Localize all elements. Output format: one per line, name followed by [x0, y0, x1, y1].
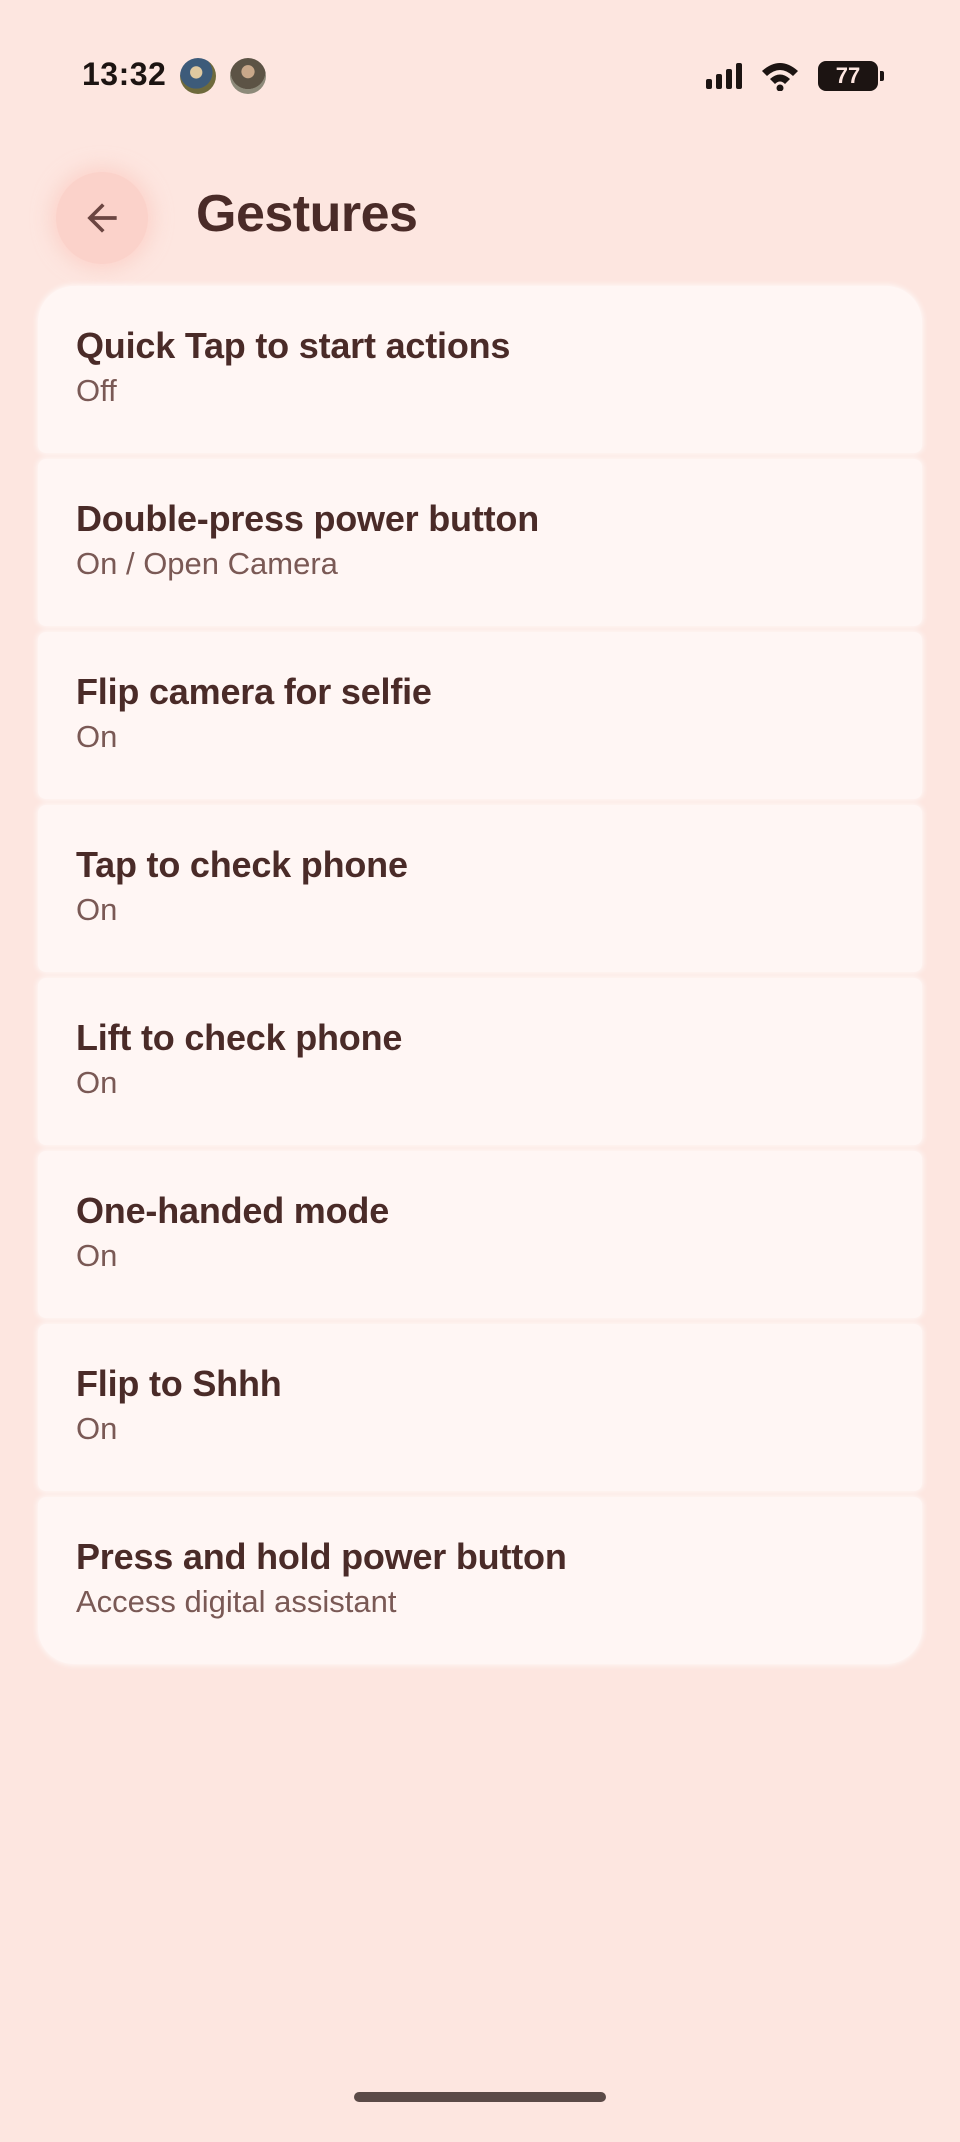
settings-item-double-press-power[interactable]: Double-press power button On / Open Came…	[38, 459, 922, 626]
back-button[interactable]	[56, 172, 148, 264]
item-title: Lift to check phone	[76, 1017, 403, 1058]
settings-item-lift-to-check[interactable]: Lift to check phone On	[38, 978, 922, 1145]
item-summary: Access digital assistant	[76, 1584, 397, 1620]
item-title: Flip to Shhh	[76, 1363, 282, 1404]
wifi-icon	[762, 63, 798, 91]
arrow-left-icon	[87, 203, 117, 233]
item-summary: On	[76, 1065, 118, 1101]
settings-item-flip-camera[interactable]: Flip camera for selfie On	[38, 632, 922, 799]
status-icons: 77	[706, 58, 884, 94]
settings-item-press-hold-power[interactable]: Press and hold power button Access digit…	[38, 1497, 922, 1664]
gestures-screen: 13:32 77 Gestures Quick Tap to start act…	[0, 0, 960, 2142]
status-bar: 13:32 77	[0, 0, 960, 150]
avatar-icon	[230, 58, 266, 94]
settings-item-one-handed-mode[interactable]: One-handed mode On	[38, 1151, 922, 1318]
item-summary: On	[76, 1411, 118, 1447]
item-summary: On	[76, 719, 118, 755]
avatar-icon	[180, 58, 216, 94]
battery-level: 77	[835, 63, 861, 88]
item-title: Press and hold power button	[76, 1536, 567, 1577]
item-summary: Off	[76, 373, 117, 409]
item-title: Flip camera for selfie	[76, 671, 432, 712]
item-title: One-handed mode	[76, 1190, 390, 1231]
item-title: Tap to check phone	[76, 844, 408, 885]
battery-icon: 77	[818, 61, 884, 91]
settings-list: Quick Tap to start actions Off Double-pr…	[38, 286, 922, 1664]
item-summary: On	[76, 892, 118, 928]
signal-icon	[706, 63, 742, 89]
settings-item-tap-to-check[interactable]: Tap to check phone On	[38, 805, 922, 972]
settings-item-quick-tap[interactable]: Quick Tap to start actions Off	[38, 286, 922, 453]
item-title: Double-press power button	[76, 498, 540, 539]
top-app-bar: Gestures	[0, 160, 960, 280]
status-time: 13:32	[82, 56, 167, 92]
page-title: Gestures	[196, 185, 418, 243]
item-title: Quick Tap to start actions	[76, 325, 511, 366]
home-indicator[interactable]	[354, 2092, 606, 2102]
settings-item-flip-to-shhh[interactable]: Flip to Shhh On	[38, 1324, 922, 1491]
item-summary: On / Open Camera	[76, 546, 338, 582]
item-summary: On	[76, 1238, 118, 1274]
